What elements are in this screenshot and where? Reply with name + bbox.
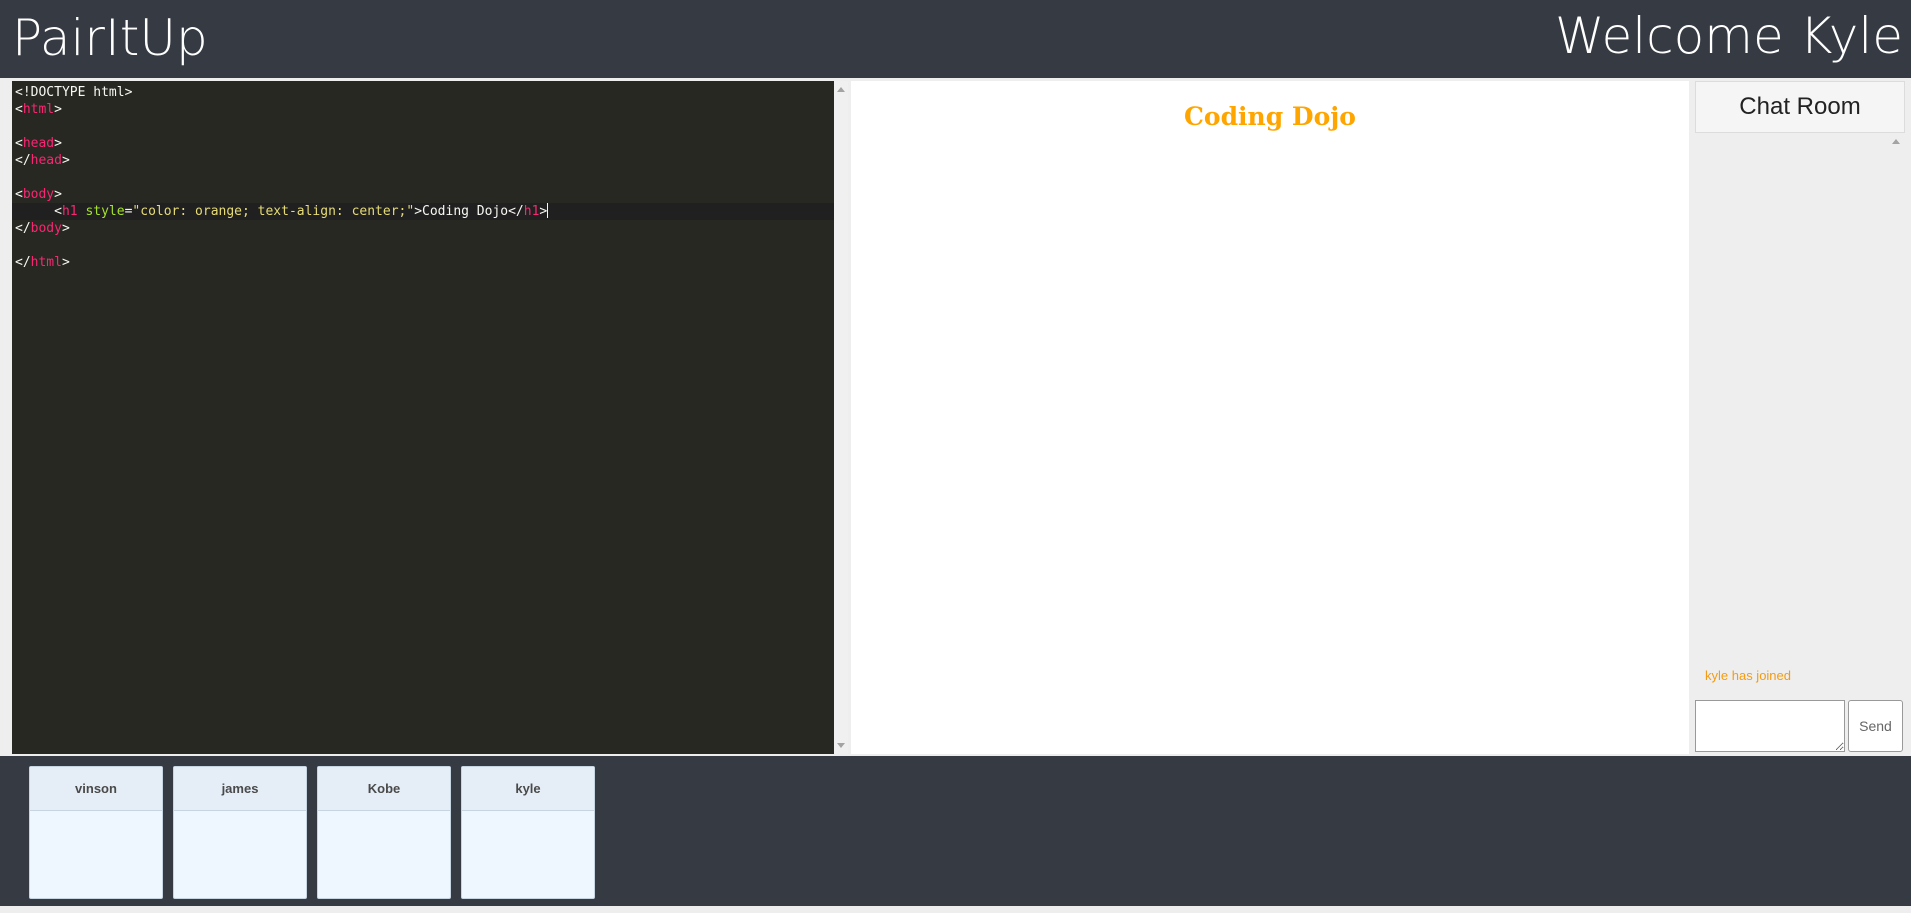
code-line[interactable]: </head> [12,152,834,169]
code-token: head [22,136,55,151]
code-token: <!DOCTYPE html> [15,85,133,100]
code-token: h1 [523,204,540,219]
code-line[interactable]: <!DOCTYPE html> [12,84,834,101]
code-line[interactable]: <body> [12,186,834,203]
send-button[interactable]: Send [1848,700,1903,752]
text-cursor [547,203,549,218]
code-line[interactable] [12,237,834,254]
code-token: > [61,255,70,270]
code-token: </ [15,221,31,236]
code-token: body [22,187,55,202]
code-token: head [30,153,62,168]
code-token: "color: orange; text-align: center;" [132,204,415,219]
user-card-kobe[interactable]: Kobe [317,766,451,899]
code-token: >Coding Dojo</ [414,204,524,219]
code-token: html [30,255,62,270]
code-line[interactable]: <head> [12,135,834,152]
chat-message-input[interactable] [1695,700,1845,752]
preview-panel: Coding Dojo [851,81,1689,754]
code-editor-panel: <!DOCTYPE html> <html> <head> </head> <body>… [12,81,848,754]
code-line[interactable]: <html> [12,101,834,118]
chat-room-title: Chat Room [1695,81,1905,133]
code-token: html [22,102,55,117]
chat-message: kyle has joined [1705,668,1791,683]
code-token: </ [15,255,31,270]
code-token: > [539,204,548,219]
code-token: body [30,221,62,236]
user-name: james [174,767,306,811]
user-card-kyle[interactable]: kyle [461,766,595,899]
code-token: > [54,136,62,151]
scroll-up-arrow-icon[interactable] [837,87,845,92]
preview-heading: Coding Dojo [1184,102,1356,131]
user-card-james[interactable]: james [173,766,307,899]
user-name: Kobe [318,767,450,811]
code-line[interactable]: </body> [12,220,834,237]
user-name: vinson [30,767,162,811]
chat-room-panel: Chat Room kyle has joined Send [1695,81,1905,754]
chat-messages[interactable]: kyle has joined [1695,133,1905,693]
welcome-message: Welcome Kyle [1555,7,1903,65]
code-token: < [15,204,62,219]
code-token: > [54,102,62,117]
code-line[interactable]: </html> [12,254,834,271]
user-name: kyle [462,767,594,811]
app-brand[interactable]: PairItUp [12,6,208,70]
code-token: </ [15,153,31,168]
code-token: > [61,221,70,236]
user-bar: vinson james Kobe kyle [0,756,1911,906]
code-token: < [15,102,23,117]
app-header: PairItUp Welcome Kyle [0,0,1911,78]
editor-scrollbar[interactable] [834,81,848,754]
code-token: < [15,136,23,151]
code-line[interactable] [12,118,834,135]
code-token: style [85,204,125,219]
chat-scroll-up-arrow-icon[interactable] [1892,139,1900,144]
workspace: <!DOCTYPE html> <html> <head> </head> <body>… [0,78,1911,756]
code-token: < [15,187,23,202]
code-token: h1 [61,204,78,219]
scroll-down-arrow-icon[interactable] [837,743,845,748]
code-token: > [54,187,62,202]
code-token: > [61,153,70,168]
user-card-vinson[interactable]: vinson [29,766,163,899]
code-editor[interactable]: <!DOCTYPE html> <html> <head> </head> <body>… [12,81,834,754]
code-line[interactable] [12,169,834,186]
code-line[interactable]: <h1 style="color: orange; text-align: ce… [12,203,834,220]
